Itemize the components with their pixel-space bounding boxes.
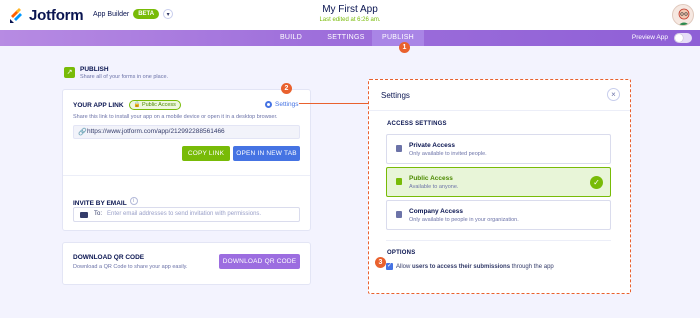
- preview-app-label: Preview App: [631, 34, 668, 41]
- app-title-area: My First App Last edited at 6:26 am.: [0, 4, 700, 23]
- qr-description: Download a QR Code to share your app eas…: [73, 264, 188, 270]
- allow-submissions-checkbox[interactable]: ✓: [386, 263, 393, 270]
- app-link-description: Share this link to install your app on a…: [73, 114, 278, 120]
- avatar[interactable]: [672, 4, 694, 26]
- allow-submissions-label: Allow users to access their submissions …: [396, 264, 554, 270]
- nav-bar: BUILD SETTINGS PUBLISH Preview App: [0, 30, 700, 46]
- step-marker-1: 1: [399, 42, 410, 53]
- allow-submissions-option[interactable]: ✓ Allow users to access their submission…: [386, 263, 554, 270]
- settings-link[interactable]: Settings: [265, 101, 299, 108]
- last-edited-status: Last edited at 6:26 am.: [319, 17, 381, 23]
- step-marker-3: 3: [375, 257, 386, 268]
- divider: [386, 240, 611, 241]
- company-access-option[interactable]: Company Access Only available to people …: [386, 200, 611, 230]
- public-access-option[interactable]: Public Access Available to anyone. ✓: [386, 167, 611, 197]
- gear-icon: [265, 101, 272, 108]
- app-url-text: https://www.jotform.com/app/212992288561…: [87, 128, 225, 135]
- link-icon: 🔗: [78, 129, 87, 136]
- option-title: Private Access: [409, 142, 456, 149]
- building-icon: [396, 211, 402, 218]
- option-title: Company Access: [409, 208, 463, 215]
- app-title[interactable]: My First App: [0, 4, 700, 15]
- qr-code-card: DOWNLOAD QR CODE Download a QR Code to s…: [62, 242, 311, 285]
- public-access-badge-label: Public Access: [141, 102, 176, 108]
- private-access-option[interactable]: Private Access Only available to invited…: [386, 134, 611, 164]
- allow-bold: users to access their submissions: [412, 263, 511, 270]
- invite-placeholder: Enter email addresses to send invitation…: [107, 211, 262, 217]
- mail-icon: [80, 212, 88, 218]
- lock-icon: 🔒: [133, 102, 141, 108]
- app-link-title: YOUR APP LINK: [73, 101, 124, 109]
- step-marker-2: 2: [281, 83, 292, 94]
- tab-settings[interactable]: SETTINGS: [320, 30, 372, 46]
- option-title: Public Access: [409, 175, 453, 182]
- settings-link-label: Settings: [275, 101, 299, 108]
- option-description: Only available to people in your organiz…: [409, 217, 519, 223]
- invite-email-input[interactable]: To: Enter email addresses to send invita…: [73, 207, 300, 222]
- page-subtitle: Share all of your forms in one place.: [80, 74, 169, 80]
- allow-suffix: through the app: [510, 263, 554, 270]
- top-bar: Jotform App Builder BETA ▾ My First App …: [0, 0, 700, 30]
- share-icon: ↗: [64, 67, 75, 78]
- divider: [369, 110, 630, 111]
- option-description: Only available to invited people.: [409, 151, 487, 157]
- allow-prefix: Allow: [396, 263, 413, 270]
- qr-title: DOWNLOAD QR CODE: [73, 254, 145, 261]
- options-label: OPTIONS: [387, 250, 416, 256]
- close-icon[interactable]: ×: [607, 88, 620, 101]
- invite-title: INVITE BY EMAIL: [73, 200, 127, 207]
- invite-to-label: To:: [94, 211, 103, 217]
- tab-publish[interactable]: PUBLISH: [372, 30, 424, 46]
- app-link-card: YOUR APP LINK 🔒 Public Access Settings S…: [62, 89, 311, 231]
- settings-panel: Settings × ACCESS SETTINGS Private Acces…: [368, 79, 631, 294]
- page-title: PUBLISH: [80, 66, 109, 73]
- divider: [63, 175, 310, 176]
- preview-app-toggle[interactable]: [674, 33, 692, 43]
- settings-panel-title: Settings: [381, 91, 410, 100]
- info-icon: i: [129, 196, 138, 205]
- tab-build[interactable]: BUILD: [270, 30, 312, 46]
- option-description: Available to anyone.: [409, 184, 459, 190]
- open-new-tab-button[interactable]: OPEN IN NEW TAB: [233, 146, 300, 161]
- download-qr-button[interactable]: DOWNLOAD QR CODE: [219, 254, 300, 269]
- lock-icon: [396, 145, 402, 152]
- annotation-connector: [299, 103, 371, 104]
- app-url-field[interactable]: 🔗 https://www.jotform.com/app/2129922885…: [73, 125, 300, 139]
- copy-link-button[interactable]: COPY LINK: [182, 146, 230, 161]
- unlock-icon: [396, 178, 402, 185]
- access-settings-label: ACCESS SETTINGS: [387, 121, 447, 127]
- public-access-badge: 🔒 Public Access: [128, 100, 181, 110]
- check-icon: ✓: [590, 176, 603, 189]
